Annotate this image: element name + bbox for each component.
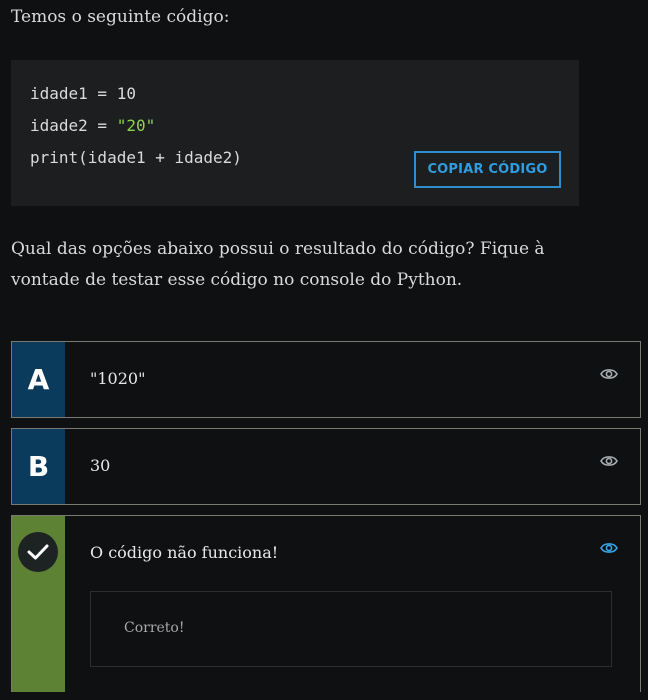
code-line-3: print(idade1 + idade2) bbox=[30, 148, 242, 167]
eye-icon[interactable] bbox=[600, 367, 618, 381]
question-text: Qual das opções abaixo possui o resultad… bbox=[11, 239, 545, 290]
code-lines: idade1 = 10 idade2 = "20" print(idade1 +… bbox=[30, 80, 242, 176]
code-line-2-prefix: idade2 = bbox=[30, 116, 117, 135]
eye-icon[interactable] bbox=[600, 541, 618, 555]
option-a-letter: A bbox=[12, 342, 65, 417]
code-line-1: idade1 = 10 bbox=[30, 84, 136, 103]
option-b[interactable]: B 30 bbox=[11, 428, 641, 505]
code-block: idade1 = 10 idade2 = "20" print(idade1 +… bbox=[11, 60, 579, 206]
copy-code-button[interactable]: COPIAR CÓDIGO bbox=[414, 151, 561, 188]
option-b-letter: B bbox=[12, 429, 65, 504]
option-b-text: 30 bbox=[90, 456, 111, 475]
feedback-text: Correto! bbox=[124, 620, 185, 636]
eye-icon[interactable] bbox=[600, 454, 618, 468]
option-a-text: "1020" bbox=[90, 369, 146, 388]
check-icon bbox=[18, 532, 58, 572]
option-c[interactable]: O código não funciona! Correto! bbox=[11, 515, 641, 692]
intro-text: Temos o seguinte código: bbox=[11, 7, 230, 27]
option-c-text: O código não funciona! bbox=[90, 543, 279, 562]
option-a[interactable]: A "1020" bbox=[11, 341, 641, 418]
correct-indicator bbox=[12, 516, 65, 692]
code-line-2-string: "20" bbox=[116, 116, 156, 135]
check-mark bbox=[27, 544, 49, 560]
feedback-box: Correto! bbox=[90, 591, 612, 667]
code-line-2: idade2 = "20" bbox=[30, 112, 242, 144]
